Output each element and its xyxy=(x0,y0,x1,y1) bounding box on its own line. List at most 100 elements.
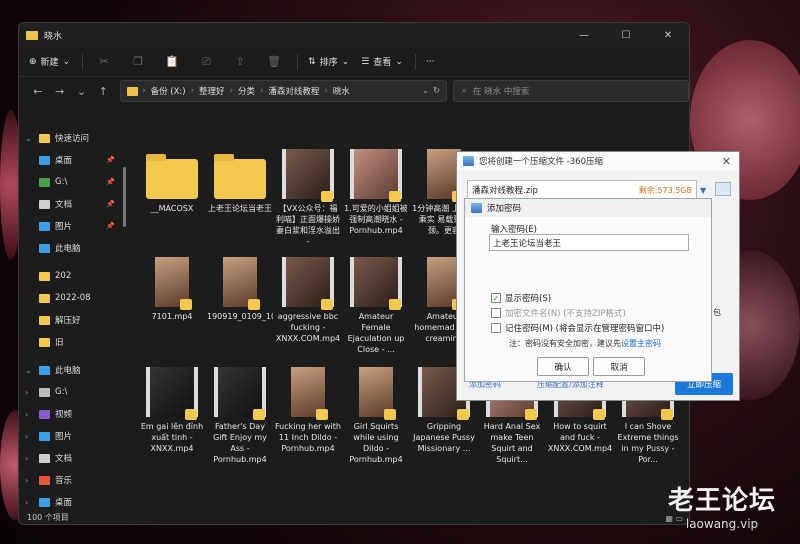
expand-chevron-icon[interactable]: › xyxy=(25,498,35,507)
file-item[interactable]: Em gai lên đỉnh xuất tinh - XNXX.mp4 xyxy=(139,367,205,454)
close-icon[interactable]: ✕ xyxy=(722,155,731,168)
pc-icon xyxy=(39,365,50,375)
file-item[interactable]: 7101.mp4 xyxy=(139,257,205,322)
expand-chevron-icon[interactable]: › xyxy=(25,388,35,397)
file-item[interactable]: aggressive bbc fucking - XNXX.COM.mp4 xyxy=(275,257,341,344)
address-dropdown-icon[interactable]: ⌄ xyxy=(422,86,429,96)
sort-button-label: 排序 xyxy=(319,58,338,68)
sidebar-item[interactable]: › 桌面 xyxy=(19,491,123,513)
sidebar-item-label: 文档 xyxy=(55,200,73,210)
remember-password-checkbox[interactable]: 记住密码(M) (将会显示在管理密码窗口中) xyxy=(491,322,664,334)
delete-icon[interactable]: 🗑 xyxy=(263,55,285,68)
expand-chevron-icon[interactable]: › xyxy=(25,454,35,463)
breadcrumb-item[interactable]: 整理好 xyxy=(199,85,225,97)
sort-button[interactable]: ⇅ 排序 ⌄ xyxy=(308,55,350,69)
sidebar-item-label: 旧 xyxy=(55,338,64,348)
file-item[interactable]: Fucking her with 11 Inch Dildo - Pornhub… xyxy=(275,367,341,454)
sidebar-item[interactable]: 桌面 📌 xyxy=(19,149,123,171)
sidebar-item[interactable]: 旧 xyxy=(19,331,123,353)
sidebar-item[interactable]: G:\ 📌 xyxy=(19,171,123,193)
breadcrumb-item[interactable]: 分类 xyxy=(238,85,255,97)
sidebar-item[interactable]: 文档 📌 xyxy=(19,193,123,215)
password-dialog: 添加密码 输入密码(E) 上老王论坛当老王 ✓ 显示密码(S) 加密文件名(N)… xyxy=(464,198,712,382)
sidebar-item-label: 快速访问 xyxy=(55,134,90,144)
zip-dialog-title: 您将创建一个压缩文件 -360压缩 xyxy=(479,157,603,167)
sidebar-item[interactable]: › 文档 xyxy=(19,447,123,469)
maximize-icon[interactable]: ☐ xyxy=(605,30,647,41)
recent-chevron-icon[interactable]: ⌄ xyxy=(71,85,93,98)
sidebar-item[interactable]: 解压好 xyxy=(19,309,123,331)
file-item[interactable]: Amateur Female Ejaculation up Close - ..… xyxy=(343,257,409,355)
address-bar[interactable]: › 备份 (X:) › 整理好 › 分类 › 潘森对线教程 › 晓水 ⌄ ↻ xyxy=(120,80,448,102)
paste-icon[interactable]: 📋 xyxy=(161,55,183,68)
pin-icon: 📌 xyxy=(106,222,115,230)
archive-name-input[interactable]: 潘森对线教程.zip 剩余:573.5GB xyxy=(467,180,697,200)
expand-chevron-icon[interactable]: › xyxy=(25,432,35,441)
sidebar-item[interactable]: › G:\ xyxy=(19,381,123,403)
expand-chevron-icon[interactable]: ⌄ xyxy=(25,134,35,143)
minimize-icon[interactable]: — xyxy=(563,30,605,41)
breadcrumb-item[interactable]: 备份 (X:) xyxy=(151,85,186,97)
sidebar-item[interactable]: 2022-08 xyxy=(19,287,123,309)
pin-icon: 📌 xyxy=(106,200,115,208)
expand-chevron-icon[interactable]: › xyxy=(25,476,35,485)
video-thumbnail xyxy=(350,149,402,202)
sidebar-item[interactable]: › 音乐 xyxy=(19,469,123,491)
browse-folder-icon[interactable] xyxy=(715,182,731,196)
close-icon[interactable]: ✕ xyxy=(647,30,689,41)
sidebar-item[interactable]: ⌄ 此电脑 xyxy=(19,359,123,381)
password-input[interactable]: 上老王论坛当老王 xyxy=(489,234,689,251)
set-master-password-link[interactable]: 设置主密码 xyxy=(621,339,661,348)
sidebar-item[interactable]: 202 xyxy=(19,265,123,287)
rename-icon[interactable]: ⎚ xyxy=(195,55,217,69)
media-player-badge-icon xyxy=(180,299,192,310)
expand-chevron-icon[interactable]: › xyxy=(25,410,35,419)
sidebar-scrollbar[interactable] xyxy=(123,127,127,512)
chevron-down-icon[interactable]: ▼ xyxy=(700,186,706,195)
share-icon[interactable]: ⇪ xyxy=(229,55,251,68)
file-name: Fucking her with 11 Inch Dildo - Pornhub… xyxy=(275,422,341,453)
cut-icon[interactable]: ✂ xyxy=(93,55,115,68)
file-name: 1.可爱的小姐姐被强制高潮晓水 - Pornhub.mp4 xyxy=(344,204,408,235)
file-item[interactable]: 1.可爱的小姐姐被强制高潮晓水 - Pornhub.mp4 xyxy=(343,149,409,236)
file-item[interactable]: Girl Squirts while using Dildo - Pornhub… xyxy=(343,367,409,465)
back-icon[interactable]: ← xyxy=(27,85,49,98)
chevron-down-icon: ⌄ xyxy=(341,56,350,67)
sidebar-item[interactable]: 此电脑 xyxy=(19,237,123,259)
show-password-checkbox[interactable]: ✓ 显示密码(S) xyxy=(491,292,551,304)
breadcrumb-item[interactable]: 潘森对线教程 xyxy=(268,85,319,97)
folder-item[interactable]: __MACOSX xyxy=(139,149,205,214)
view-button[interactable]: ☰ 查看 ⌄ xyxy=(361,55,403,69)
video-thumbnail xyxy=(350,257,402,310)
sidebar-item-label: 此电脑 xyxy=(55,244,81,254)
new-button[interactable]: ⊕ 新建 ⌄ xyxy=(29,55,70,69)
password-dialog-header: 添加密码 xyxy=(465,199,711,217)
file-item[interactable]: 【VX公众号：福利喵】正面爆操娇妻白浆和淫水溢出 - xyxy=(275,149,341,247)
refresh-icon[interactable]: ↻ xyxy=(433,86,440,96)
folder-icon xyxy=(39,315,50,325)
sidebar-item[interactable]: ⌄ 快速访问 xyxy=(19,127,123,149)
image-thumbnail xyxy=(223,257,260,310)
cancel-button[interactable]: 取消 xyxy=(593,357,645,376)
more-button[interactable]: ··· xyxy=(426,57,435,67)
sidebar-item[interactable]: 图片 📌 xyxy=(19,215,123,237)
search-placeholder: 在 晓水 中搜索 xyxy=(472,87,530,97)
sidebar-item[interactable]: › 图片 xyxy=(19,425,123,447)
file-item[interactable]: 190919_0109_1080P_4000K_83314601.mp4 xyxy=(207,257,273,322)
folder-icon xyxy=(39,337,50,347)
search-input[interactable]: ⌕ 在 晓水 中搜索 xyxy=(453,80,689,102)
up-icon[interactable]: ↑ xyxy=(92,85,114,98)
breadcrumb-item[interactable]: 晓水 xyxy=(333,85,350,97)
folder-item[interactable]: 上老王论坛当老王 xyxy=(207,149,273,214)
file-item[interactable]: Father's Day Gift Enjoy my Ass - Pornhub… xyxy=(207,367,273,465)
document-icon xyxy=(39,453,50,463)
expand-chevron-icon[interactable]: ⌄ xyxy=(25,366,35,375)
ok-button[interactable]: 确认 xyxy=(537,357,589,376)
sidebar-item[interactable]: › 视频 xyxy=(19,403,123,425)
breadcrumb-separator: › xyxy=(324,86,328,96)
forward-icon[interactable]: → xyxy=(49,85,71,98)
scrollbar-thumb[interactable] xyxy=(123,167,126,227)
copy-icon[interactable]: ❐ xyxy=(127,55,149,68)
music-icon xyxy=(39,475,50,485)
password-dialog-title: 添加密码 xyxy=(487,204,522,214)
